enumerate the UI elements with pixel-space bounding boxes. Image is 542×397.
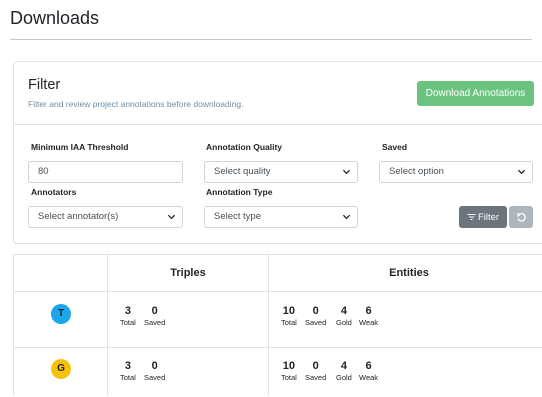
avatar[interactable]: T: [51, 304, 71, 324]
saved-selected: Select option: [389, 166, 444, 177]
min-iaa-input[interactable]: 80: [28, 161, 183, 183]
entities-weak: 6 Weak: [359, 305, 379, 327]
page-title: Downloads: [10, 8, 100, 28]
table-row: G 3 Total 0 Saved 10 Total 0 Saved 4 Gold 6 We…: [14, 348, 542, 397]
triples-total: 3 Total: [120, 360, 136, 382]
avatar[interactable]: G: [51, 359, 71, 379]
filter-button-label: Filter: [477, 211, 500, 223]
filter-lines-icon: [467, 213, 476, 221]
filter-subtitle: Filter and review project annotations be…: [28, 99, 244, 109]
header-triples: Triples: [170, 267, 206, 279]
annotations-table: Triples Entities T 3 Total 0 Saved 10 Total…: [13, 254, 542, 396]
triples-total: 3 Total: [120, 305, 136, 327]
min-iaa-value: 80: [38, 166, 49, 177]
saved-label: Saved: [382, 142, 408, 152]
filter-card-header: Filter Filter and review project annotat…: [14, 62, 542, 125]
chevron-down-icon: [517, 169, 526, 175]
type-selected: Select type: [214, 211, 261, 222]
entities-total: 10 Total: [281, 360, 297, 382]
entities-gold: 4 Gold: [336, 360, 352, 382]
title-divider: [10, 39, 532, 40]
filter-card: Filter Filter and review project annotat…: [13, 61, 542, 244]
entities-weak: 6 Weak: [359, 360, 379, 382]
min-iaa-label: Minimum IAA Threshold: [31, 142, 129, 152]
type-select[interactable]: Select type: [204, 206, 358, 228]
filter-title: Filter: [28, 77, 61, 93]
header-entities: Entities: [389, 267, 429, 279]
table-row: T 3 Total 0 Saved 10 Total 0 Saved 4 Gold 6 We…: [14, 292, 542, 347]
annotators-selected: Select annotator(s): [38, 211, 119, 222]
entities-saved: 0 Saved: [305, 305, 327, 327]
entities-saved: 0 Saved: [305, 360, 327, 382]
saved-select[interactable]: Select option: [379, 161, 533, 183]
quality-selected: Select quality: [214, 166, 271, 177]
chevron-down-icon: [167, 214, 176, 220]
type-label: Annotation Type: [206, 187, 273, 197]
entities-gold: 4 Gold: [336, 305, 352, 327]
reset-button[interactable]: [509, 206, 533, 228]
annotators-select[interactable]: Select annotator(s): [28, 206, 183, 228]
annotators-label: Annotators: [31, 187, 77, 197]
chevron-down-icon: [342, 214, 351, 220]
download-annotations-button[interactable]: Download Annotations: [417, 81, 534, 106]
quality-select[interactable]: Select quality: [204, 161, 358, 183]
chevron-down-icon: [342, 169, 351, 175]
entities-total: 10 Total: [281, 305, 297, 327]
undo-icon: [516, 212, 526, 222]
triples-saved: 0 Saved: [144, 305, 166, 327]
quality-label: Annotation Quality: [206, 142, 283, 152]
filter-button[interactable]: Filter: [459, 206, 507, 228]
triples-saved: 0 Saved: [144, 360, 166, 382]
